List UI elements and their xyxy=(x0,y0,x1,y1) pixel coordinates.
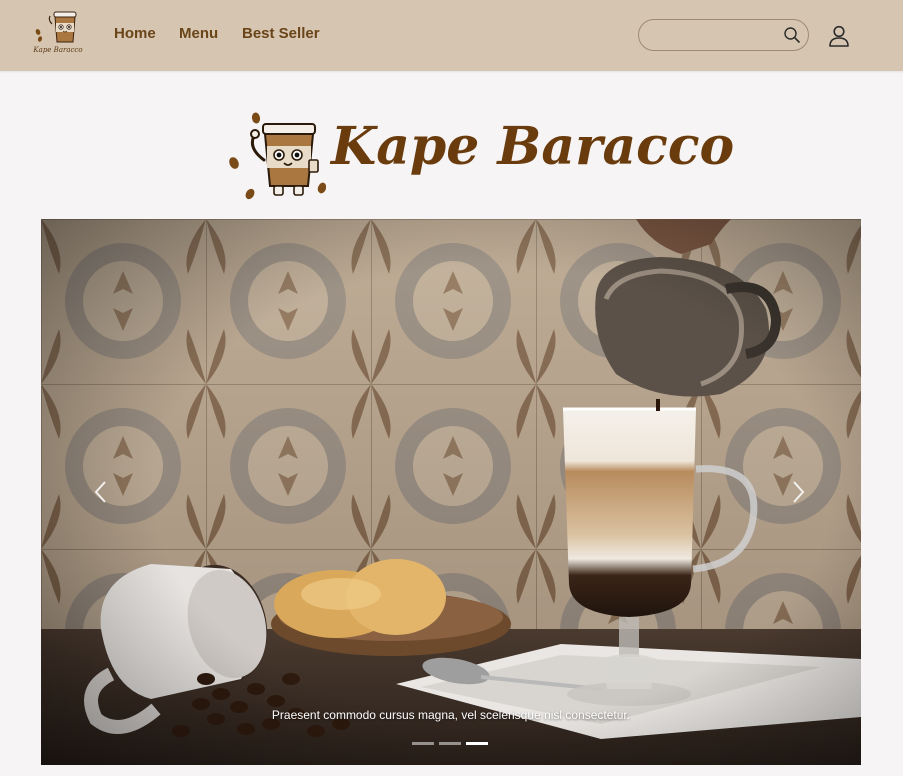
coffee-cup-mascot-icon xyxy=(229,112,326,200)
carousel-indicators xyxy=(412,742,492,746)
chevron-left-icon xyxy=(94,481,106,503)
carousel-indicator-3[interactable] xyxy=(466,742,488,745)
hero-logo-title: Kape Baracco xyxy=(331,116,735,177)
nav-link-best-seller[interactable]: Best Seller xyxy=(242,25,320,42)
carousel-indicator-1[interactable] xyxy=(412,742,434,745)
nav-link-menu[interactable]: Menu xyxy=(179,25,218,42)
navbar: Kape Baracco Home Menu Best Seller xyxy=(0,0,903,71)
search-box xyxy=(638,19,809,51)
carousel-slide-image xyxy=(41,219,861,765)
search-button[interactable] xyxy=(782,25,802,45)
carousel-caption: Praesent commodo cursus magna, vel scele… xyxy=(271,708,631,722)
brand-logo[interactable]: Kape Baracco xyxy=(30,10,86,60)
hero-logo: Kape Baracco xyxy=(226,108,734,210)
coffee-cup-mascot-icon xyxy=(35,11,77,43)
search-input[interactable] xyxy=(651,26,785,46)
nav-link-home[interactable]: Home xyxy=(114,25,156,42)
chevron-right-icon xyxy=(793,481,805,503)
user-icon xyxy=(829,25,849,47)
carousel-next-button[interactable] xyxy=(786,477,810,507)
carousel-prev-button[interactable] xyxy=(89,477,113,507)
user-account-button[interactable] xyxy=(826,23,852,49)
search-icon xyxy=(784,27,800,43)
hero-carousel: Praesent commodo cursus magna, vel scele… xyxy=(41,219,861,765)
carousel-indicator-2[interactable] xyxy=(439,742,461,745)
brand-text: Kape Baracco xyxy=(33,46,83,54)
